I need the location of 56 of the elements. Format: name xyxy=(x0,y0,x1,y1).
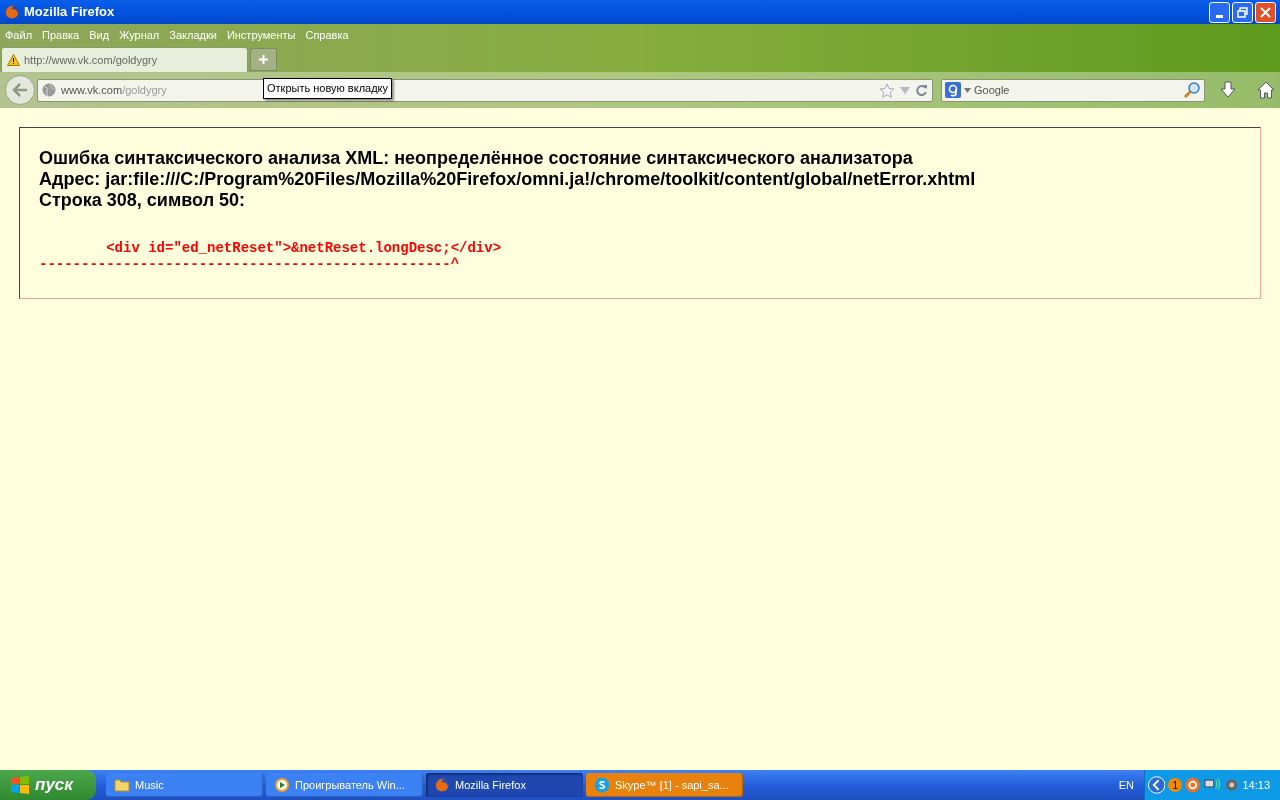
close-icon xyxy=(1260,6,1271,18)
chevron-left-icon[interactable] xyxy=(1148,776,1166,794)
browser-logo-icon xyxy=(434,777,450,793)
language-indicator[interactable]: EN xyxy=(1118,776,1134,794)
minimize-icon xyxy=(1216,14,1223,18)
taskbar-button[interactable]: Music xyxy=(106,773,263,797)
home-icon[interactable] xyxy=(1257,81,1275,99)
window-title: Mozilla Firefox xyxy=(24,3,115,22)
search-icon[interactable] xyxy=(1183,81,1201,99)
star-icon[interactable] xyxy=(879,82,895,98)
menu-item[interactable]: Файл xyxy=(5,26,33,44)
tooltip: Открыть новую вкладку xyxy=(263,78,393,99)
url-text: www.vk.com/goldygry xyxy=(61,82,167,98)
taskbar-button[interactable]: Mozilla Firefox xyxy=(426,773,583,797)
search-bar[interactable]: Google xyxy=(941,78,1205,102)
clock: 14:13 xyxy=(1242,777,1270,793)
folder-icon xyxy=(114,778,130,792)
error-message: Ошибка синтаксического анализа XML: неопределённое состояние синтаксического анализатора xyxy=(39,148,914,169)
back-button[interactable] xyxy=(5,75,35,105)
menu-item[interactable]: Инструменты xyxy=(226,26,296,44)
new-tab-button[interactable] xyxy=(250,48,277,71)
search-field[interactable]: Google xyxy=(974,81,1180,99)
error-message: Строка 308, символ 50: xyxy=(39,190,247,211)
ring-icon[interactable] xyxy=(1185,777,1201,793)
menu-item[interactable]: Правка xyxy=(42,26,80,44)
dropdown-arrow-icon[interactable] xyxy=(964,87,971,93)
minimize-button[interactable] xyxy=(1209,1,1230,23)
error-message: Адрес: jar:file:///C:/Program%20Files/Mozilla%20Firefox/omni.ja!/chrome/toolkit/content/global/netError.xhtml xyxy=(39,169,977,190)
windows-logo-icon xyxy=(10,776,30,794)
network-icon[interactable] xyxy=(1203,777,1221,793)
restore-button[interactable] xyxy=(1232,1,1253,23)
start-button[interactable]: пуск xyxy=(0,770,96,800)
error-pointer-line: -------------------------------------------------^ xyxy=(39,256,460,272)
taskbar-button[interactable]: Skype™ [1] - sapi_sa... xyxy=(586,773,743,797)
plus-icon xyxy=(258,54,269,65)
reload-icon[interactable] xyxy=(915,83,928,97)
globe-icon xyxy=(42,83,56,97)
menu-item[interactable]: Закладки xyxy=(169,26,217,44)
source-code-line: <div id="ed_netReset">&netReset.longDesc;</div> xyxy=(105,240,502,256)
download-icon[interactable] xyxy=(1219,81,1237,99)
tab-title: http://www.vk.com/goldygry xyxy=(24,52,158,68)
notification-badge[interactable]: 1 xyxy=(1168,778,1182,792)
warning-icon xyxy=(7,54,20,66)
menu-item[interactable]: Вид xyxy=(89,26,110,44)
back-arrow-icon xyxy=(12,83,28,97)
browser-tab[interactable]: http://www.vk.com/goldygry xyxy=(1,47,248,72)
taskbar-button[interactable]: Проигрыватель Win... xyxy=(266,773,423,797)
close-button[interactable] xyxy=(1255,1,1276,23)
menu-item[interactable]: Справка xyxy=(305,26,349,44)
media-player-icon xyxy=(274,777,290,793)
browser-logo-icon xyxy=(4,4,20,20)
search-engine-icon[interactable] xyxy=(945,82,961,98)
chat-app-icon xyxy=(594,777,610,793)
speaker-icon[interactable] xyxy=(1223,777,1240,793)
restore-icon xyxy=(1237,6,1248,18)
menu-item[interactable]: Журнал xyxy=(119,26,160,44)
